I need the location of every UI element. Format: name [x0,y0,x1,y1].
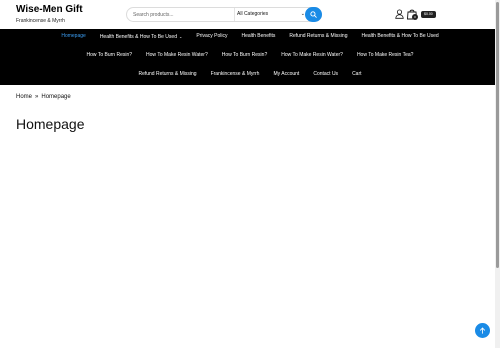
search-button[interactable] [305,7,322,22]
nav-item-frankincense-myrrh[interactable]: Frankincense & Myrrh [204,71,267,78]
nav-item-health-benefits-how-to-use-2[interactable]: Health Benefits & How To Be Used [354,33,445,41]
product-search-form: All Categories ⌄ [126,7,322,22]
cart-count-badge: 0 [412,14,418,20]
breadcrumb-separator: » [35,94,39,100]
nav-item-privacy-policy[interactable]: Privacy Policy [189,33,234,41]
chevron-down-icon: ⌄ [178,34,183,39]
nav-item-refund-returns[interactable]: Refund Returns & Missing [282,33,354,41]
nav-row: How To Burn Resin? How To Make Resin Wat… [0,52,500,59]
site-title[interactable]: Wise-Men Gift [16,4,83,15]
nav-item-how-to-burn-resin-2[interactable]: How To Burn Resin? [215,52,275,59]
nav-item-homepage[interactable]: Homepage [54,33,92,41]
nav-item-cart[interactable]: Cart [345,71,368,78]
nav-item-my-account[interactable]: My Account [266,71,306,78]
scroll-to-top-button[interactable] [475,323,490,338]
nav-item-how-to-make-resin-water[interactable]: How To Make Resin Water? [139,52,215,59]
nav-item-health-benefits-how-to-use[interactable]: Health Benefits & How To Be Used ⌄ [93,33,190,41]
user-account-icon[interactable] [395,9,404,19]
nav-item-how-to-make-resin-tea[interactable]: How To Make Resin Tea? [350,52,421,59]
breadcrumb-home-link[interactable]: Home [16,94,32,100]
search-icon [310,11,317,18]
page-title: Homepage [16,116,85,132]
nav-item-how-to-burn-resin[interactable]: How To Burn Resin? [80,52,140,59]
cart-total-badge[interactable]: $0.00 [421,11,436,18]
category-select-value: All Categories [237,11,269,17]
nav-item-contact-us[interactable]: Contact Us [306,71,345,78]
main-navigation: Homepage Health Benefits & How To Be Use… [0,29,500,85]
arrow-up-icon [479,327,486,334]
site-tagline: Frankincense & Myrrh [16,18,65,24]
breadcrumb: Home» Homepage [16,94,71,100]
search-input[interactable] [127,8,231,21]
nav-row: Refund Returns & Missing Frankincense & … [0,71,500,78]
nav-item-how-to-make-resin-water-2[interactable]: How To Make Resin Water? [274,52,350,59]
page-scrollbar[interactable] [495,0,500,348]
scrollbar-thumb[interactable] [496,2,499,268]
breadcrumb-current: Homepage [41,94,71,100]
nav-item-refund-returns-2[interactable]: Refund Returns & Missing [131,71,203,78]
category-select[interactable]: All Categories ⌄ [234,8,308,21]
nav-item-health-benefits[interactable]: Health Benefits [234,33,282,41]
site-header: Wise-Men Gift Frankincense & Myrrh All C… [0,0,500,28]
nav-row: Homepage Health Benefits & How To Be Use… [0,33,500,41]
nav-item-label: Health Benefits & How To Be Used [99,34,177,40]
